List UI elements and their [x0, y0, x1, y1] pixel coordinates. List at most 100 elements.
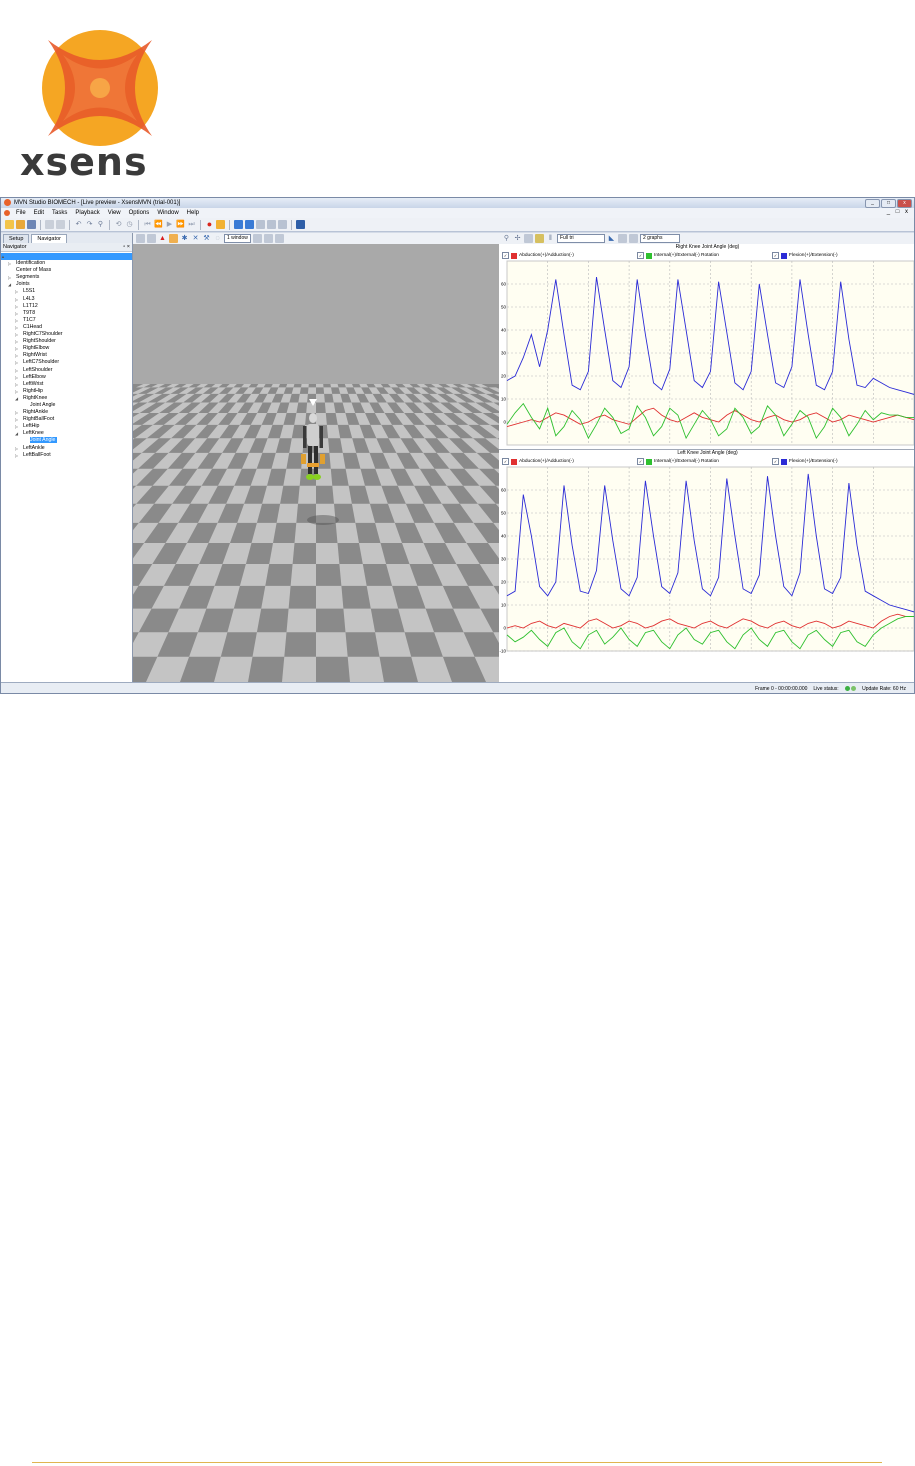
expand-arrow-icon[interactable]: ▷ — [15, 416, 18, 423]
pause-icon[interactable]: ‖ — [546, 234, 555, 243]
view-layout-combo[interactable]: 1 window — [224, 234, 251, 243]
calibrate-icon[interactable] — [234, 220, 243, 229]
expand-arrow-icon[interactable]: ▷ — [15, 317, 18, 324]
tree-item[interactable]: ▷ RightElbow — [1, 345, 132, 352]
minimize-button[interactable]: _ — [865, 199, 880, 208]
camera-icon[interactable] — [136, 234, 145, 243]
step-forward-icon[interactable]: ⏩ — [176, 220, 185, 229]
expand-arrow-icon[interactable]: ▷ — [15, 359, 18, 366]
expand-arrow-icon[interactable]: ▷ — [15, 352, 18, 359]
clock-icon[interactable]: ◷ — [125, 220, 134, 229]
tree-item[interactable]: ▷ RightShoulder — [1, 338, 132, 345]
tree-item[interactable]: ▷ L4L3 — [1, 296, 132, 303]
tree-item[interactable]: ▷ LeftC7Shoulder — [1, 359, 132, 366]
graph-icon[interactable] — [267, 220, 276, 229]
legend-checkbox[interactable]: ✓ — [772, 458, 779, 465]
expand-arrow-icon[interactable]: ▷ — [15, 374, 18, 381]
tree-item[interactable]: ▷ T9T8 — [1, 310, 132, 317]
menu-help[interactable]: Help — [183, 210, 203, 216]
tree-item[interactable]: ▷ RightBallFoot — [1, 416, 132, 423]
tree-item[interactable]: ▲ — [1, 253, 132, 261]
time-range-combo[interactable]: Full tri — [557, 234, 605, 243]
monitor-icon[interactable] — [296, 220, 305, 229]
reset-icon[interactable]: ⟲ — [114, 220, 123, 229]
maximize-button[interactable]: □ — [881, 199, 896, 208]
graph-count-combo[interactable]: 2 graphs — [640, 234, 680, 243]
skeleton-icon[interactable]: ✱ — [180, 234, 189, 243]
tree-item[interactable]: ▷ RightHip — [1, 388, 132, 395]
close-button[interactable]: x — [897, 199, 912, 208]
tree-item[interactable]: ▷ LeftWrist — [1, 381, 132, 388]
tree-item[interactable]: Joint Angle — [1, 402, 132, 409]
triangle-icon[interactable]: ▲ — [158, 234, 167, 243]
legend-checkbox[interactable]: ✓ — [637, 252, 644, 259]
play-icon[interactable]: ▶ — [165, 220, 174, 229]
cut-icon[interactable] — [45, 220, 54, 229]
new-file-icon[interactable] — [5, 220, 14, 229]
skip-end-icon[interactable]: ⏭ — [187, 220, 196, 229]
expand-arrow-icon[interactable]: ▷ — [15, 409, 18, 416]
tree-item[interactable]: ▷ LeftBallFoot — [1, 452, 132, 459]
tree-item[interactable]: Center of Mass — [1, 267, 132, 274]
zoom-icon[interactable]: ⚲ — [502, 234, 511, 243]
legend-item-flexion[interactable]: ✓ Flexion(+)/Extension(-) — [772, 252, 838, 259]
tree-item[interactable]: ▷ LeftElbow — [1, 374, 132, 381]
snapshot-icon[interactable] — [252, 234, 262, 243]
legend-item-abduction[interactable]: ✓ Abduction(+)/Adduction(-) — [502, 458, 574, 465]
open-folder-icon[interactable] — [16, 220, 25, 229]
export-icon[interactable] — [263, 234, 273, 243]
tab-setup[interactable]: Setup — [3, 234, 30, 243]
paste-icon[interactable] — [56, 220, 65, 229]
record-icon[interactable]: ● — [205, 220, 214, 229]
menu-view[interactable]: View — [104, 210, 125, 216]
expand-arrow-icon[interactable]: ◢ — [8, 281, 11, 288]
expand-arrow-icon[interactable]: ▷ — [15, 367, 18, 374]
menu-file[interactable]: File — [12, 210, 30, 216]
tree-item[interactable]: ▷ RightAnkle — [1, 409, 132, 416]
expand-arrow-icon[interactable]: ▷ — [15, 423, 18, 430]
link-icon[interactable]: ⚲ — [96, 220, 105, 229]
menu-edit[interactable]: Edit — [30, 210, 48, 216]
tree-item[interactable]: ▷ RightWrist — [1, 352, 132, 359]
mdi-controls[interactable]: _ □ x — [887, 209, 910, 215]
expand-arrow-icon[interactable]: ▷ — [15, 331, 18, 338]
expand-arrow-icon[interactable]: ▷ — [15, 303, 18, 310]
panel-pin-close-icon[interactable]: ▫ × — [123, 243, 130, 251]
legend-checkbox[interactable]: ✓ — [772, 252, 779, 259]
cursor-icon[interactable]: ◣ — [607, 234, 616, 243]
expand-arrow-icon[interactable]: ▷ — [8, 274, 11, 281]
redo-icon[interactable]: ↷ — [85, 220, 94, 229]
expand-arrow-icon[interactable]: ▷ — [15, 452, 18, 459]
legend-checkbox[interactable]: ✓ — [637, 458, 644, 465]
tree-item[interactable]: ▷ L5S1 — [1, 288, 132, 295]
tree-item[interactable]: ◢ LeftKnee — [1, 430, 132, 437]
center-mass-icon[interactable] — [169, 234, 178, 243]
skip-start-icon[interactable]: ⏮ — [143, 220, 152, 229]
fit-icon[interactable] — [524, 234, 533, 243]
tree-item[interactable]: ▷ Segments — [1, 274, 132, 281]
expand-arrow-icon[interactable]: ▷ — [8, 260, 11, 267]
expand-arrow-icon[interactable]: ▷ — [15, 288, 18, 295]
legend-item-rotation[interactable]: ✓ Internal(+)/External(-) Rotation — [637, 252, 719, 259]
reset-view-icon[interactable]: ◌ — [213, 234, 222, 243]
tab-navigator[interactable]: Navigator — [31, 234, 67, 243]
marker-icon[interactable] — [216, 220, 225, 229]
save-icon[interactable] — [27, 220, 36, 229]
joint-angle-graph[interactable]: Left Knee Joint Angle (deg) ✓ Abduction(+)… — [499, 449, 914, 655]
expand-arrow-icon[interactable]: ▷ — [15, 345, 18, 352]
legend-item-flexion[interactable]: ✓ Flexion(+)/Extension(-) — [772, 458, 838, 465]
legend-checkbox[interactable]: ✓ — [502, 252, 509, 259]
expand-arrow-icon[interactable]: ◢ — [15, 395, 18, 402]
expand-arrow-icon[interactable]: ▷ — [15, 381, 18, 388]
3d-scene[interactable] — [133, 244, 499, 682]
layout-icon[interactable] — [278, 220, 287, 229]
pan-icon[interactable]: ✢ — [513, 234, 522, 243]
legend-item-abduction[interactable]: ✓ Abduction(+)/Adduction(-) — [502, 252, 574, 259]
legend-item-rotation[interactable]: ✓ Internal(+)/External(-) Rotation — [637, 458, 719, 465]
tree-item[interactable]: ▷ C1Head — [1, 324, 132, 331]
step-back-icon[interactable]: ⏪ — [154, 220, 163, 229]
expand-arrow-icon[interactable]: ▷ — [15, 338, 18, 345]
axis-icon[interactable]: ✕ — [191, 234, 200, 243]
line-chart[interactable]: 60 50 40 30 20 10 0 — [499, 259, 915, 449]
expand-arrow-icon[interactable]: ▷ — [15, 388, 18, 395]
